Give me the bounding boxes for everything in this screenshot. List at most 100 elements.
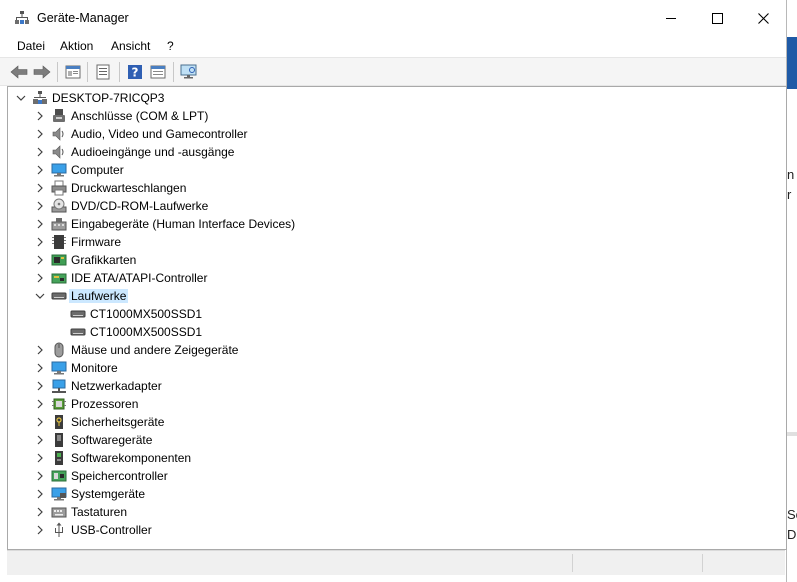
ide-controller-icon [51, 270, 67, 286]
collapse-chevron-icon[interactable] [16, 93, 26, 103]
expand-chevron-icon[interactable] [35, 471, 45, 481]
keyboard-icon [51, 504, 67, 520]
title-bar[interactable]: Geräte-Manager [0, 0, 786, 36]
tree-item-label: Anschlüsse (COM & LPT) [71, 109, 209, 123]
expand-chevron-icon[interactable] [35, 435, 45, 445]
tree-child-item[interactable]: CT1000MX500SSD1 [8, 305, 778, 323]
expand-chevron-icon[interactable] [35, 273, 45, 283]
disk-drive-icon [70, 306, 86, 322]
tree-item-8[interactable]: Firmware [8, 233, 778, 251]
tree-item-22[interactable]: USB-Controller [8, 521, 778, 539]
tree-item-19[interactable]: Speichercontroller [8, 467, 778, 485]
tree-item-15[interactable]: Prozessoren [8, 395, 778, 413]
tree-item-10[interactable]: IDE ATA/ATAPI-Controller [8, 269, 778, 287]
tree-item-12[interactable]: Mäuse und andere Zeigegeräte [8, 341, 778, 359]
tree-item-14[interactable]: Netzwerkadapter [8, 377, 778, 395]
expand-chevron-icon[interactable] [35, 345, 45, 355]
tree-item-label: Audio, Video und Gamecontroller [71, 127, 248, 141]
tree-item-18[interactable]: Softwarekomponenten [8, 449, 778, 467]
list-view-icon [96, 64, 110, 80]
tree-item-label: USB-Controller [71, 523, 152, 537]
close-button[interactable] [740, 0, 786, 36]
tree-item-label: Eingabegeräte (Human Interface Devices) [71, 217, 296, 231]
scan-hardware-button[interactable] [179, 62, 199, 82]
tree-item-4[interactable]: Computer [8, 161, 778, 179]
security-device-icon [51, 414, 67, 430]
list-view-button[interactable] [93, 62, 113, 82]
background-blue-band [786, 37, 797, 89]
expand-chevron-icon[interactable] [35, 201, 45, 211]
printer-icon [51, 180, 67, 196]
disk-drive-icon [70, 324, 86, 340]
tree-item-label: Netzwerkadapter [71, 379, 162, 393]
monitor-icon [51, 360, 67, 376]
minimize-button[interactable] [648, 0, 694, 36]
expand-chevron-icon[interactable] [35, 219, 45, 229]
tree-item-13[interactable]: Monitore [8, 359, 778, 377]
menu-ansicht[interactable]: Ansicht [111, 39, 150, 53]
background-text: Da [787, 527, 797, 542]
maximize-button[interactable] [694, 0, 740, 36]
expand-chevron-icon[interactable] [35, 165, 45, 175]
expand-chevron-icon[interactable] [35, 489, 45, 499]
expand-chevron-icon[interactable] [35, 363, 45, 373]
tree-item-21[interactable]: Tastaturen [8, 503, 778, 521]
expand-chevron-icon[interactable] [35, 417, 45, 427]
background-separator [786, 432, 797, 436]
tree-item-1[interactable]: Anschlüsse (COM & LPT) [8, 107, 778, 125]
tree-item-5[interactable]: Druckwarteschlangen [8, 179, 778, 197]
background-text: r [787, 187, 792, 202]
expand-chevron-icon[interactable] [35, 111, 45, 121]
computer-icon [51, 162, 67, 178]
tree-item-17[interactable]: Softwaregeräte [8, 431, 778, 449]
tree-item-20[interactable]: Systemgeräte [8, 485, 778, 503]
device-manager-app-icon [14, 10, 30, 26]
usb-icon [51, 522, 67, 538]
port-icon [51, 108, 67, 124]
expand-chevron-icon[interactable] [35, 183, 45, 193]
forward-icon [33, 65, 51, 79]
tree-item-6[interactable]: DVD/CD-ROM-Laufwerke [8, 197, 778, 215]
collapse-chevron-icon[interactable] [35, 291, 45, 301]
forward-button[interactable] [32, 62, 52, 82]
expand-chevron-icon[interactable] [35, 525, 45, 535]
expand-chevron-icon[interactable] [35, 255, 45, 265]
tree-root[interactable]: DESKTOP-7RICQP3 [8, 89, 778, 107]
device-tree[interactable]: DESKTOP-7RICQP3 Anschlüsse (COM & LPT) Au… [7, 86, 787, 550]
tree-item-label: Firmware [71, 235, 121, 249]
details-view-button[interactable] [148, 62, 168, 82]
tree-item-2[interactable]: Audio, Video und Gamecontroller [8, 125, 778, 143]
menu-aktion[interactable]: Aktion [60, 39, 93, 53]
tree-item-7[interactable]: Eingabegeräte (Human Interface Devices) [8, 215, 778, 233]
expand-chevron-icon[interactable] [35, 381, 45, 391]
expand-chevron-icon[interactable] [35, 147, 45, 157]
computer-root-icon [32, 90, 48, 106]
expand-chevron-icon[interactable] [35, 453, 45, 463]
expand-chevron-icon[interactable] [35, 237, 45, 247]
toolbar-separator [57, 62, 58, 82]
properties-pane-button[interactable] [63, 62, 83, 82]
menu-help[interactable]: ? [167, 39, 174, 53]
tree-item-label: Prozessoren [71, 397, 139, 411]
tree-item-9[interactable]: Grafikkarten [8, 251, 778, 269]
firmware-icon [51, 234, 67, 250]
software-device-icon [51, 432, 67, 448]
tree-item-label: Speichercontroller [71, 469, 168, 483]
tree-item-3[interactable]: Audioeingänge und -ausgänge [8, 143, 778, 161]
tree-item-label: Druckwarteschlangen [71, 181, 187, 195]
tree-child-item[interactable]: CT1000MX500SSD1 [8, 323, 778, 341]
toolbar-separator [173, 62, 174, 82]
back-button[interactable] [9, 62, 29, 82]
expand-chevron-icon[interactable] [35, 507, 45, 517]
tree-item-11[interactable]: Laufwerke [8, 287, 778, 305]
expand-chevron-icon[interactable] [35, 399, 45, 409]
tree-item-16[interactable]: Sicherheitsgeräte [8, 413, 778, 431]
help-button[interactable]: ? [125, 62, 145, 82]
system-device-icon [51, 486, 67, 502]
tree-child-label: CT1000MX500SSD1 [90, 325, 203, 339]
menu-datei[interactable]: Datei [17, 39, 45, 53]
expand-chevron-icon[interactable] [35, 129, 45, 139]
window-title: Geräte-Manager [37, 11, 129, 25]
processor-icon [51, 396, 67, 412]
tree-child-label: CT1000MX500SSD1 [90, 307, 203, 321]
